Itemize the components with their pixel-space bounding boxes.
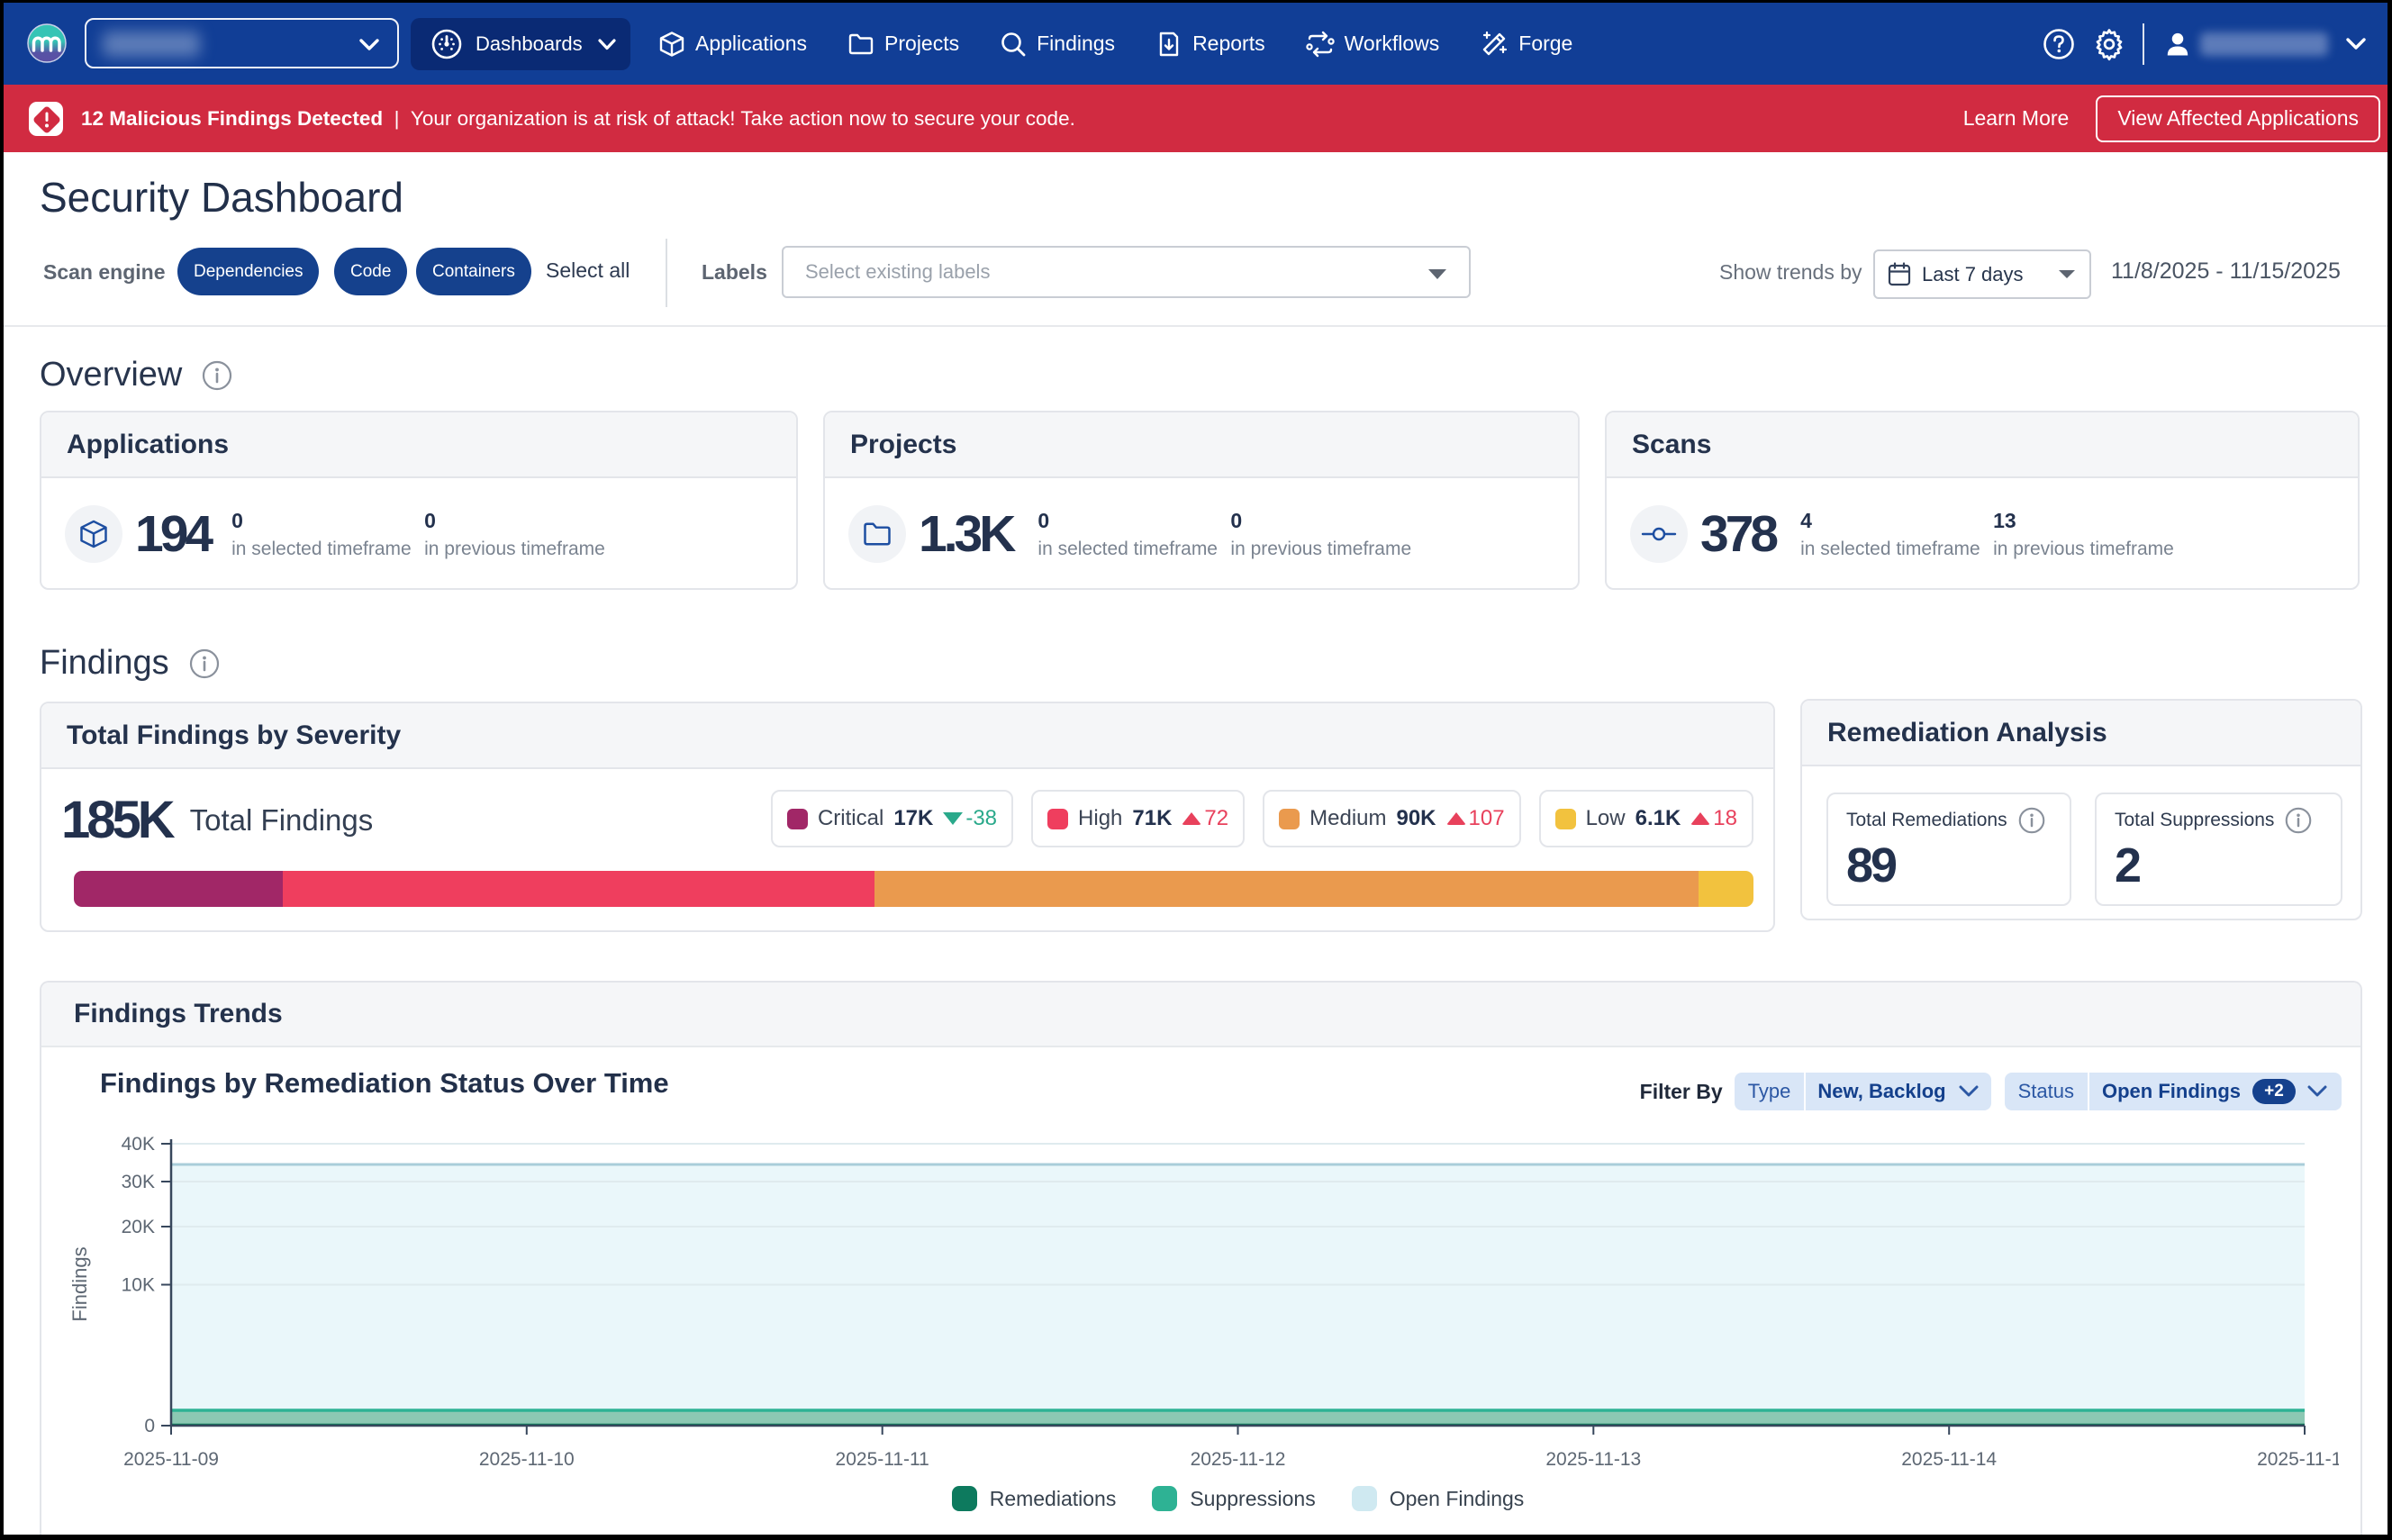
svg-text:2025-11-12: 2025-11-12	[1191, 1449, 1286, 1470]
svg-text:2025-11-11: 2025-11-11	[836, 1449, 929, 1470]
svg-text:2025-11-14: 2025-11-14	[1901, 1449, 1997, 1470]
svg-text:20K: 20K	[122, 1217, 155, 1237]
svg-text:Findings: Findings	[68, 1246, 91, 1321]
svg-text:2025-11-09: 2025-11-09	[123, 1449, 219, 1470]
svg-text:30K: 30K	[122, 1172, 155, 1192]
svg-text:40K: 40K	[122, 1134, 155, 1155]
svg-text:10K: 10K	[122, 1275, 155, 1296]
svg-text:0: 0	[144, 1416, 155, 1436]
svg-text:2025-11-10: 2025-11-10	[479, 1449, 575, 1470]
svg-text:2025-11-15: 2025-11-15	[2257, 1449, 2352, 1470]
svg-text:2025-11-13: 2025-11-13	[1545, 1449, 1641, 1470]
